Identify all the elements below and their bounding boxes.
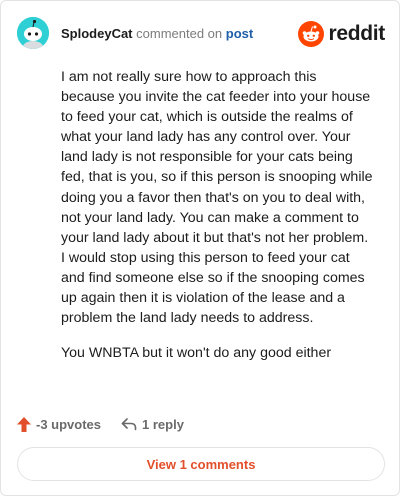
comment-actions: -3 upvotes 1 reply — [17, 414, 184, 434]
comment-header: SplodeyCat commented on post reddit — [17, 17, 385, 53]
action-text: commented on — [136, 26, 223, 41]
reply-arrow-icon — [121, 418, 137, 431]
comment-meta: SplodeyCat commented on post — [61, 26, 253, 42]
post-link[interactable]: post — [226, 26, 253, 41]
comment-paragraph: I am not really sure how to approach thi… — [61, 69, 373, 327]
comment-card: SplodeyCat commented on post reddit I am… — [0, 0, 400, 496]
comment-paragraph: You WNBTA but it won't do any good eithe… — [61, 345, 332, 362]
reddit-wordmark: reddit — [328, 22, 385, 45]
upvote-button[interactable]: -3 upvotes — [17, 416, 102, 432]
upvote-count: -3 upvotes — [36, 416, 102, 432]
snoo-avatar-icon — [17, 17, 49, 49]
username-link[interactable]: SplodeyCat — [61, 26, 133, 41]
reply-count: 1 reply — [142, 416, 184, 432]
avatar[interactable] — [17, 17, 49, 49]
view-comments-button[interactable]: View 1 comments — [17, 447, 385, 481]
comment-body: I am not really sure how to approach thi… — [61, 67, 373, 378]
upvote-arrow-icon — [17, 416, 31, 432]
reply-button[interactable]: 1 reply — [121, 417, 184, 432]
reddit-logo[interactable]: reddit — [298, 19, 385, 49]
reddit-snoo-icon — [298, 21, 325, 47]
